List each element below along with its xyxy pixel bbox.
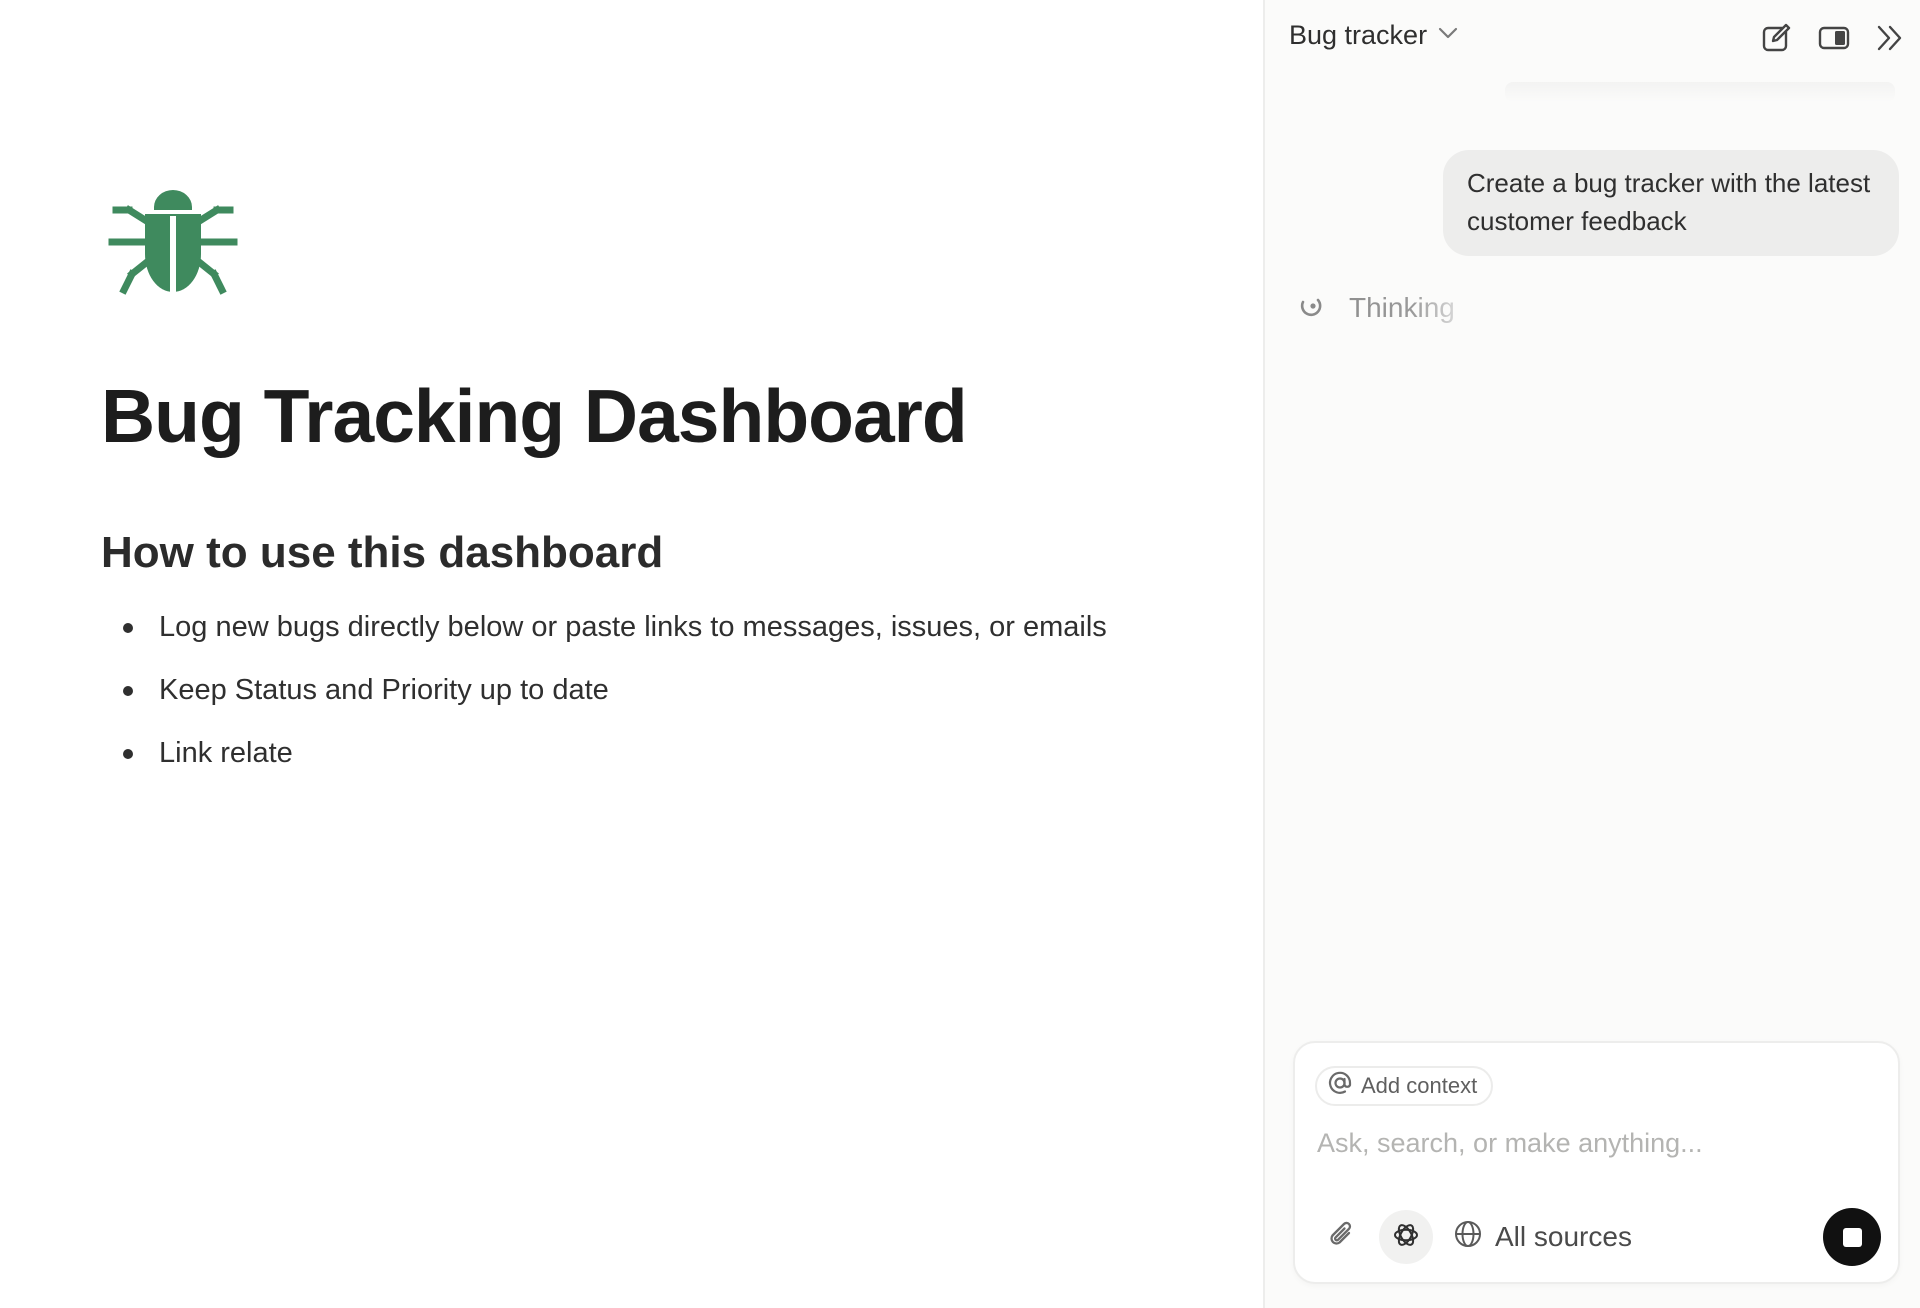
spinner-icon	[1297, 290, 1327, 325]
chat-composer: Add context Ask, search, or make anythin…	[1293, 1041, 1900, 1284]
chat-input[interactable]	[1317, 1119, 1877, 1167]
scroll-fade	[1505, 82, 1895, 102]
ai-chat-panel: Bug tracker Create a bug tracker with th…	[1263, 0, 1920, 1308]
collapse-panel-icon	[1875, 24, 1905, 57]
paperclip-icon	[1327, 1219, 1357, 1256]
all-sources-label: All sources	[1495, 1221, 1632, 1252]
list-item-text: Keep Status and Priority up to date	[159, 674, 609, 706]
thinking-indicator: Thinking	[1297, 290, 1455, 325]
list-item[interactable]: Keep Status and Priority up to date	[120, 663, 1107, 726]
panel-header: Bug tracker	[1265, 0, 1920, 76]
page-title[interactable]: Bug Tracking Dashboard	[101, 373, 968, 459]
at-sign-icon	[1327, 1070, 1353, 1102]
document-page: Bug Tracking Dashboard How to use this d…	[0, 0, 1263, 1308]
bug-icon[interactable]	[108, 186, 238, 296]
list-item-text: Log new bugs directly below or paste lin…	[159, 611, 1107, 643]
app-window: Bug Tracking Dashboard How to use this d…	[0, 0, 1920, 1308]
stop-generation-button[interactable]	[1823, 1208, 1881, 1266]
panel-toggle-icon	[1818, 24, 1850, 57]
section-heading[interactable]: How to use this dashboard	[101, 528, 663, 578]
attach-button[interactable]	[1323, 1218, 1361, 1256]
toggle-panel-button[interactable]	[1816, 22, 1852, 58]
list-item[interactable]: Link relate	[120, 726, 1107, 789]
all-sources-button[interactable]: All sources	[1453, 1215, 1632, 1259]
new-chat-icon	[1760, 22, 1792, 59]
list-item[interactable]: Log new bugs directly below or paste lin…	[120, 600, 1107, 663]
bullet-icon	[123, 686, 133, 696]
thinking-text: Thinking	[1349, 291, 1455, 323]
add-context-label: Add context	[1361, 1073, 1478, 1098]
add-context-button[interactable]: Add context	[1315, 1066, 1494, 1106]
stop-icon	[1842, 1227, 1862, 1247]
model-selector-button[interactable]	[1379, 1210, 1433, 1264]
chat-title: Bug tracker	[1289, 20, 1428, 50]
new-chat-button[interactable]	[1758, 22, 1794, 58]
globe-icon	[1453, 1219, 1483, 1256]
openai-model-icon	[1390, 1219, 1422, 1256]
user-message: Create a bug tracker with the latest cus…	[1443, 150, 1899, 256]
collapse-panel-button[interactable]	[1872, 22, 1908, 58]
bullet-icon	[123, 749, 133, 759]
chevron-down-icon	[1437, 26, 1459, 45]
bullet-icon	[123, 623, 133, 633]
chat-title-dropdown[interactable]: Bug tracker	[1289, 20, 1459, 51]
instructions-list: Log new bugs directly below or paste lin…	[120, 600, 1107, 789]
list-item-text: Link relate	[159, 737, 293, 769]
